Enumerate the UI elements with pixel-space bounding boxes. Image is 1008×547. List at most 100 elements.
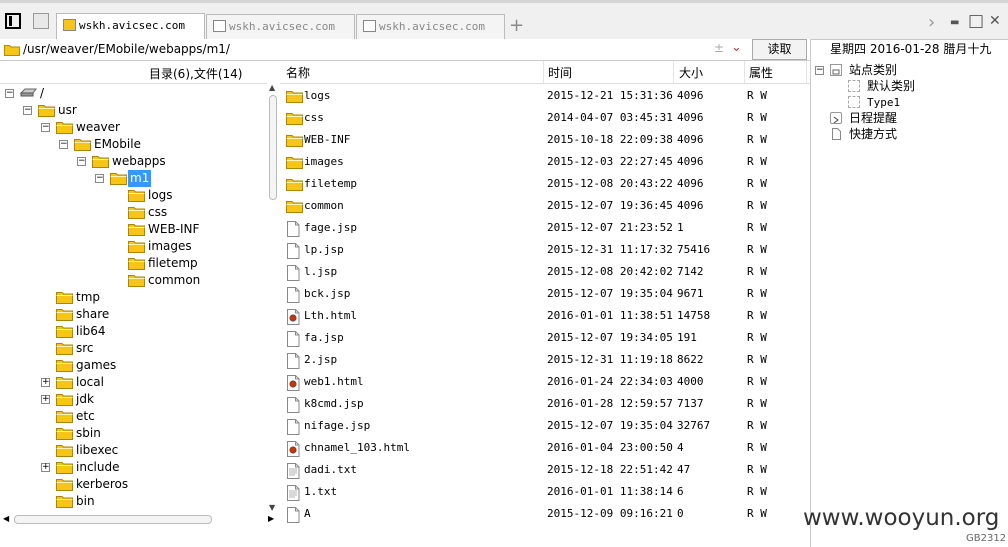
file-row[interactable]: lp.jsp 2015-12-31 11:17:32 75416 R W (280, 239, 810, 261)
collapse-icon[interactable]: − (77, 157, 86, 166)
file-name: 1.txt (304, 485, 338, 498)
address-bar[interactable]: /usr/weaver/EMobile/webapps/m1/ ± ⌄ (0, 39, 810, 61)
file-size: 7142 (677, 265, 704, 278)
collapse-icon[interactable]: − (5, 89, 14, 98)
html-file-icon (287, 441, 300, 457)
file-row[interactable]: filetemp 2015-12-08 20:43:22 4096 R W (280, 173, 810, 195)
scroll-thumb[interactable] (269, 95, 277, 200)
file-row[interactable]: common 2015-12-07 19:36:45 4096 R W (280, 195, 810, 217)
column-size[interactable]: 大小 (679, 64, 703, 81)
collapse-icon[interactable]: − (23, 106, 32, 115)
folder-icon (56, 326, 73, 338)
file-size: 6 (677, 485, 684, 498)
file-size: 4096 (677, 111, 704, 124)
file-row[interactable]: web1.html 2016-01-24 22:34:03 4000 R W (280, 371, 810, 393)
file-row[interactable]: images 2015-12-03 22:27:45 4096 R W (280, 151, 810, 173)
collapse-icon[interactable]: − (59, 140, 68, 149)
blank-page-icon[interactable] (33, 13, 49, 29)
collapse-icon[interactable]: − (95, 174, 104, 183)
file-attr: R W (747, 485, 767, 498)
file-size: 4096 (677, 89, 704, 102)
column-name[interactable]: 名称 (286, 64, 310, 81)
file-row[interactable]: 1.txt 2016-01-01 11:38:14 6 R W (280, 481, 810, 503)
scroll-down-icon[interactable]: ▼ (269, 503, 275, 512)
column-attr[interactable]: 属性 (749, 64, 773, 81)
forward-arrow-icon[interactable]: › (928, 12, 935, 33)
tab-1[interactable]: wskh.avicsec.com (56, 13, 205, 39)
folder-icon (128, 258, 145, 270)
expand-icon[interactable]: + (41, 395, 50, 404)
file-row[interactable]: 2.jsp 2015-12-31 11:19:18 8622 R W (280, 349, 810, 371)
tree-horizontal-scrollbar[interactable]: ◀ ▶ (0, 513, 280, 527)
file-time: 2015-12-08 20:43:22 (547, 177, 673, 190)
scroll-left-icon[interactable]: ◀ (3, 514, 9, 523)
file-row[interactable]: chnamel_103.html 2016-01-04 23:00:50 4 R W (280, 437, 810, 459)
panel-item-label: 站点类别 (849, 63, 898, 77)
scroll-up-icon[interactable]: ▲ (269, 83, 275, 92)
file-attr: R W (747, 419, 767, 432)
file-row[interactable]: Lth.html 2016-01-01 11:38:51 14758 R W (280, 305, 810, 327)
file-row[interactable]: fa.jsp 2015-12-07 19:34:05 191 R W (280, 327, 810, 349)
file-row[interactable]: k8cmd.jsp 2016-01-28 12:59:57 7137 R W (280, 393, 810, 415)
folder-icon (286, 179, 303, 191)
page-icon (63, 19, 76, 31)
read-button[interactable]: 读取 (752, 39, 807, 60)
tree-item-label: lib64 (76, 324, 106, 338)
folder-icon (56, 428, 73, 440)
file-name: WEB-INF (304, 133, 351, 146)
file-row[interactable]: l.jsp 2015-12-08 20:42:02 7142 R W (280, 261, 810, 283)
file-icon (287, 353, 300, 369)
file-row[interactable]: nifage.jsp 2015-12-07 19:35:04 32767 R W (280, 415, 810, 437)
panel-item-label: 快捷方式 (849, 127, 898, 141)
folder-icon (110, 173, 127, 185)
file-time: 2015-12-18 22:51:42 (547, 463, 673, 476)
file-size: 8622 (677, 353, 704, 366)
tree-item-label: logs (148, 188, 173, 202)
tree-item-label: src (76, 341, 94, 355)
file-name: fa.jsp (304, 331, 344, 344)
tree-item-label: include (76, 460, 120, 474)
collapse-icon[interactable]: − (41, 123, 50, 132)
file-time: 2015-12-31 11:17:32 (547, 243, 673, 256)
file-row[interactable]: css 2014-04-07 03:45:31 4096 R W (280, 107, 810, 129)
new-tab-button[interactable]: + (509, 15, 524, 36)
tab-3[interactable]: wskh.avicsec.com (356, 14, 505, 39)
maximize-button[interactable]: □ (968, 11, 984, 31)
file-time: 2015-12-07 21:23:52 (547, 221, 673, 234)
scroll-thumb[interactable] (14, 515, 212, 524)
file-row[interactable]: logs 2015-12-21 15:31:36 4096 R W (280, 85, 810, 107)
collapse-icon[interactable]: − (815, 66, 824, 75)
file-row[interactable]: bck.jsp 2015-12-07 19:35:04 9671 R W (280, 283, 810, 305)
tab-2[interactable]: wskh.avicsec.com (206, 14, 355, 39)
file-row[interactable]: A 2015-12-09 09:16:21 0 R W (280, 503, 810, 525)
file-row[interactable]: WEB-INF 2015-10-18 22:09:38 4096 R W (280, 129, 810, 151)
minimize-button[interactable]: ▬ (950, 17, 959, 28)
folder-icon (56, 292, 73, 304)
file-size: 32767 (677, 419, 711, 432)
panel-item-label: 日程提醒 (849, 111, 898, 125)
file-size: 4096 (677, 155, 704, 168)
close-button[interactable]: ✕ (989, 13, 1001, 29)
chevron-down-icon[interactable]: ⌄ (731, 40, 742, 55)
tree-vertical-scrollbar[interactable]: ▲ ▼ (267, 83, 280, 513)
updown-icon[interactable]: ± (714, 41, 724, 55)
file-row[interactable]: dadi.txt 2015-12-18 22:51:42 47 R W (280, 459, 810, 481)
drive-icon (19, 86, 38, 103)
file-name: A (304, 507, 311, 520)
category-icon (848, 96, 860, 108)
expand-icon[interactable]: + (41, 378, 50, 387)
panel-item-label: Type1 (867, 96, 901, 109)
expand-icon[interactable]: + (41, 463, 50, 472)
file-row[interactable]: fage.jsp 2015-12-07 21:23:52 1 R W (280, 217, 810, 239)
panel-toggle-icon[interactable] (5, 13, 21, 29)
column-time[interactable]: 时间 (548, 64, 572, 81)
scroll-right-icon[interactable]: ▶ (268, 514, 274, 523)
file-icon (287, 397, 300, 413)
file-name: chnamel_103.html (304, 441, 410, 454)
path-input[interactable]: /usr/weaver/EMobile/webapps/m1/ (23, 42, 230, 56)
tree-item-label: local (76, 375, 104, 389)
folder-icon (56, 309, 73, 321)
file-size: 4096 (677, 199, 704, 212)
encoding-label: GB2312 (966, 533, 1007, 544)
file-icon (287, 507, 300, 523)
